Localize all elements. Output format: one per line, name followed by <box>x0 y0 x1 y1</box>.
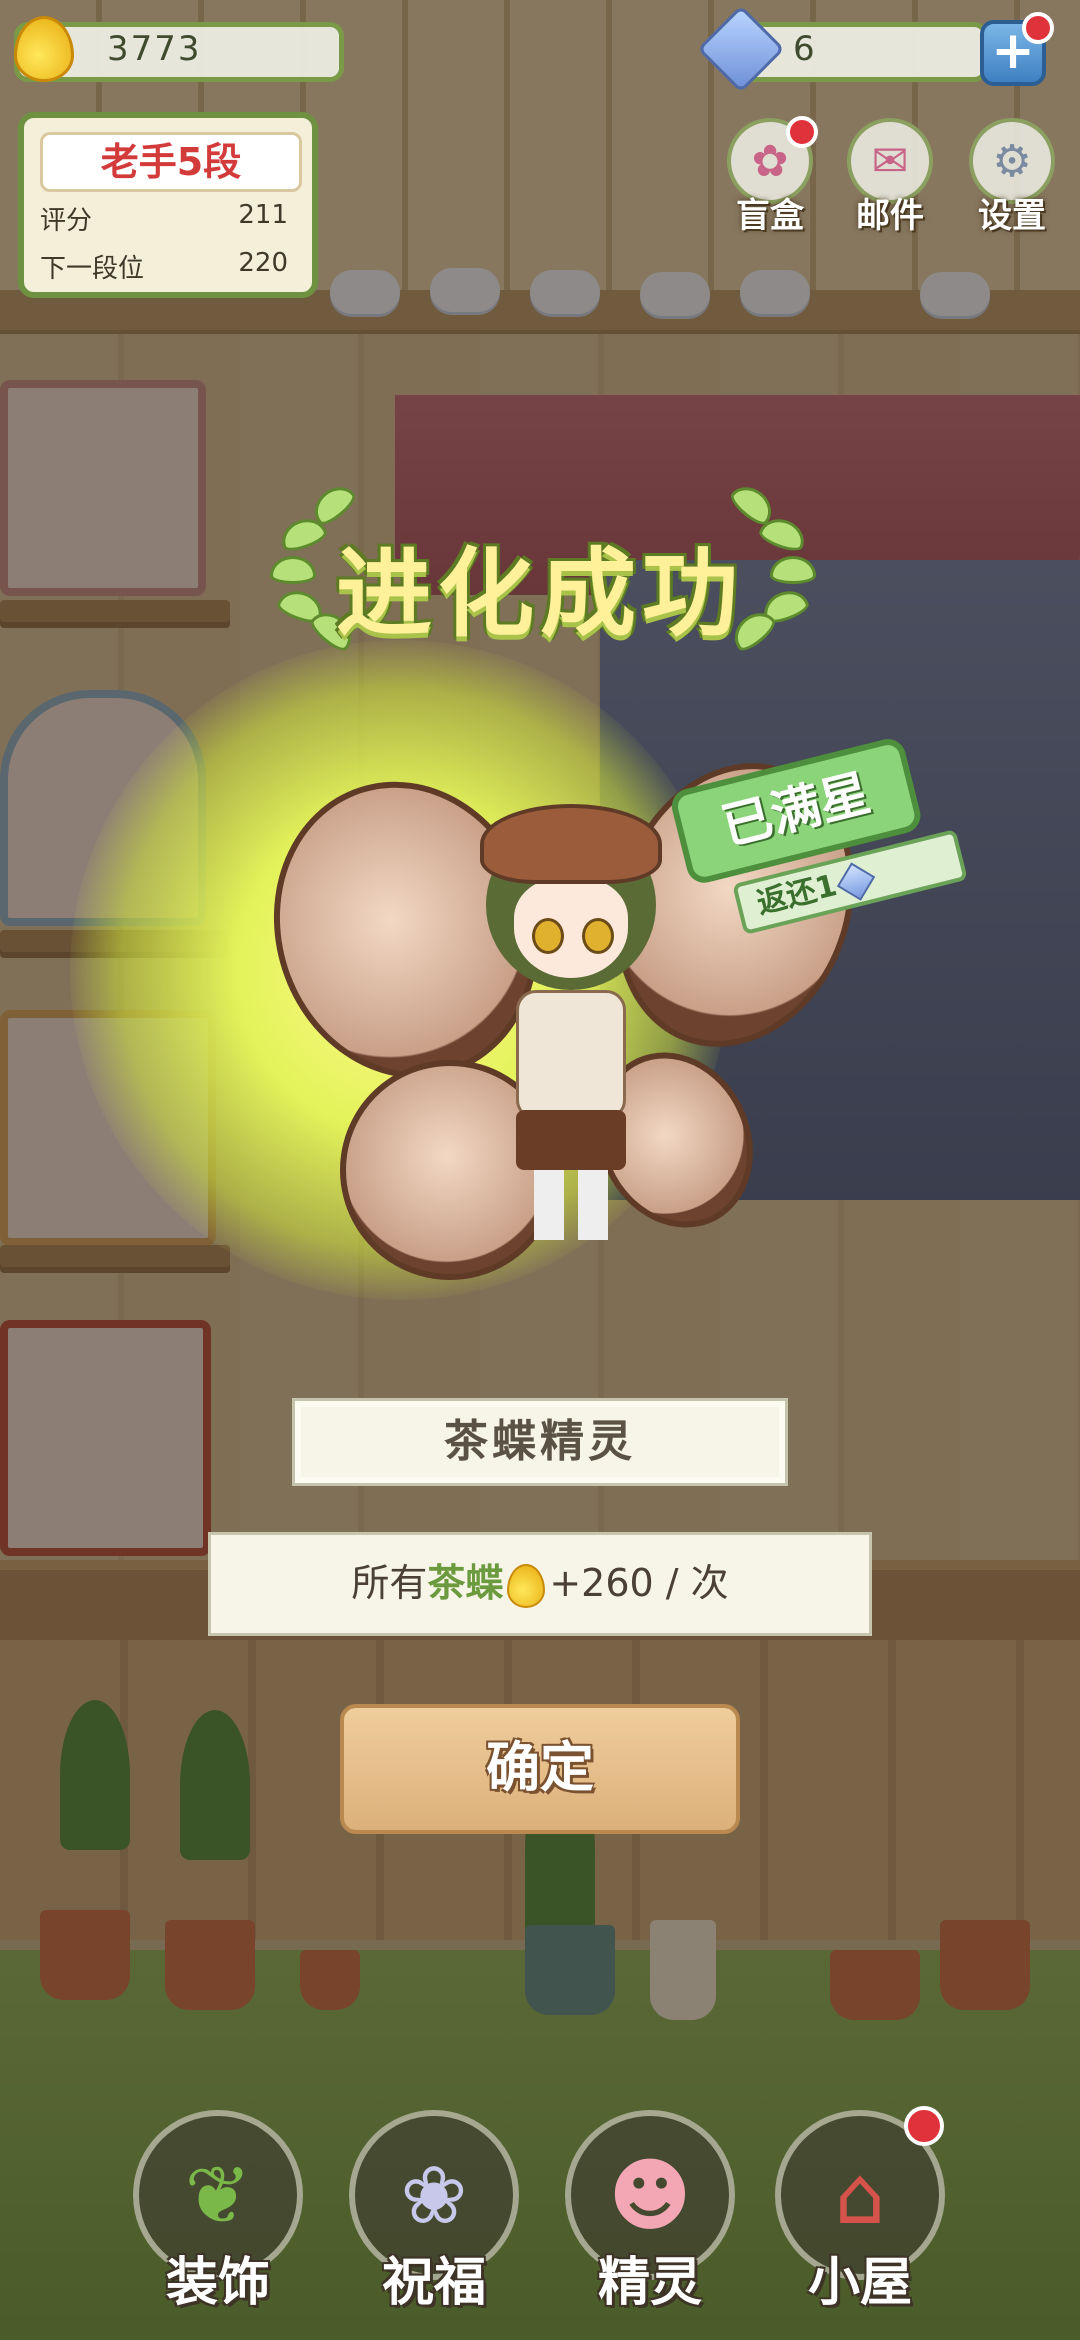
nav-house-label: 小屋 <box>807 2253 912 2313</box>
evolution-title: 进化成功 <box>270 478 816 656</box>
drop-icon <box>507 1563 546 1608</box>
notification-dot <box>904 2106 944 2146</box>
effect-amount: +260 / 次 <box>549 1561 729 1605</box>
nav-blessing[interactable]: ❀ 祝福 <box>344 2110 524 2340</box>
blind-box-label: 盲盒 <box>736 196 804 236</box>
fairy-name: 茶蝶精灵 <box>292 1398 788 1486</box>
score-value: 211 <box>238 200 288 230</box>
next-rank-row: 下一段位 220 <box>40 248 296 288</box>
gem-count: 6 <box>793 29 817 69</box>
confirm-button[interactable]: 确定 <box>340 1704 740 1834</box>
title-text: 进化成功 <box>336 538 744 650</box>
mail-label: 邮件 <box>856 196 924 236</box>
fairy-eye <box>532 918 564 954</box>
fairy-eye <box>582 918 614 954</box>
score-row: 评分 211 <box>40 200 296 240</box>
next-rank-label: 下一段位 <box>40 254 145 284</box>
rank-card[interactable]: 老手5段 评分 211 下一段位 220 <box>18 112 318 298</box>
drop-count: 3773 <box>107 29 202 69</box>
settings-button[interactable]: ⚙ 设置 <box>952 118 1072 237</box>
laurel-right-icon <box>720 478 816 656</box>
nav-fairy-label: 精灵 <box>597 2253 702 2313</box>
nav-decorate[interactable]: ❦ 装饰 <box>128 2110 308 2340</box>
notification-dot <box>786 116 818 148</box>
score-label: 评分 <box>40 206 93 236</box>
fairy-hat <box>480 804 662 884</box>
fairy-character <box>480 804 662 1240</box>
effect-description: 所有茶蝶 +260 / 次 <box>208 1532 872 1636</box>
nav-decorate-label: 装饰 <box>165 2253 270 2313</box>
next-rank-value: 220 <box>238 248 288 278</box>
effect-prefix: 所有 <box>351 1561 428 1605</box>
mail-button[interactable]: ✉ 邮件 <box>830 118 950 237</box>
nav-blessing-label: 祝福 <box>381 2253 486 2313</box>
rank-title: 老手5段 <box>40 132 302 192</box>
gem-icon <box>836 861 876 901</box>
settings-label: 设置 <box>978 196 1046 236</box>
notification-dot <box>1022 12 1054 44</box>
effect-target: 茶蝶 <box>427 1561 504 1605</box>
nav-fairy[interactable]: ☻ 精灵 <box>560 2110 740 2340</box>
